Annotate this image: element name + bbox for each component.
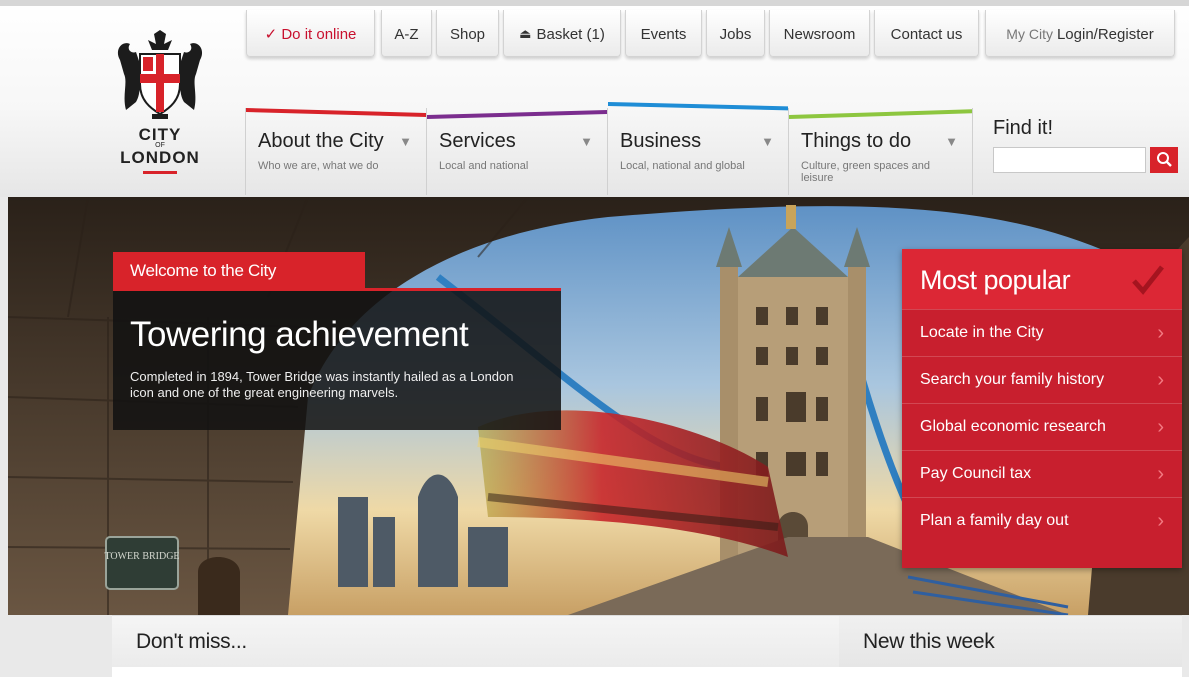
nav-business[interactable]: Business ▼ Local, national and global bbox=[607, 102, 788, 195]
logo-underline bbox=[143, 171, 177, 174]
popular-link-label: Pay Council tax bbox=[920, 465, 1032, 482]
feature-headline: Towering achievement bbox=[130, 315, 469, 354]
chevron-right-icon: › bbox=[1157, 322, 1164, 344]
basket-label: Basket (1) bbox=[536, 25, 605, 43]
nav-accent-bar bbox=[427, 109, 607, 119]
chevron-right-icon: › bbox=[1157, 510, 1164, 532]
popular-link[interactable]: Pay Council tax › bbox=[902, 450, 1182, 497]
chevron-right-icon: › bbox=[1157, 416, 1164, 438]
find-it-label: Find it! bbox=[993, 117, 1054, 139]
newsroom-tab[interactable]: Newsroom bbox=[769, 10, 870, 57]
nav-title: About the City bbox=[258, 130, 384, 152]
nav-things-to-do[interactable]: Things to do ▼ Culture, green spaces and… bbox=[788, 108, 972, 195]
shop-tab[interactable]: Shop bbox=[436, 10, 499, 57]
feature-body: Completed in 1894, Tower Bridge was inst… bbox=[130, 369, 514, 400]
chevron-right-icon: › bbox=[1157, 463, 1164, 485]
nav-subtitle: Culture, green spaces and leisure bbox=[801, 160, 931, 184]
do-it-online-tab[interactable]: ✓ Do it online bbox=[246, 10, 375, 57]
dropdown-arrow-icon[interactable]: ▼ bbox=[399, 134, 412, 149]
logo-city-text: CITY bbox=[138, 125, 182, 144]
popular-link-label: Global economic research bbox=[920, 418, 1106, 435]
contact-us-label: Contact us bbox=[890, 25, 963, 43]
tower-bridge-sign-text: TOWER BRIDGE bbox=[104, 551, 179, 562]
popular-link[interactable]: Search your family history › bbox=[902, 356, 1182, 403]
site-header: CITY OF LONDON ✓ Do it online A-Z Shop ⏏… bbox=[0, 0, 1189, 197]
nav-title: Business bbox=[620, 130, 702, 152]
nav-accent-bar bbox=[246, 108, 426, 118]
contact-us-tab[interactable]: Contact us bbox=[874, 10, 979, 57]
nav-about-the-city[interactable]: About the City ▼ Who we are, what we do bbox=[245, 108, 426, 195]
crest-icon bbox=[117, 30, 203, 119]
new-this-week-heading: New this week bbox=[863, 630, 995, 653]
logo-london-text: LONDON bbox=[120, 148, 200, 167]
nav-title: Services bbox=[439, 130, 516, 152]
a-z-label: A-Z bbox=[394, 25, 419, 43]
chevron-right-icon: › bbox=[1157, 369, 1164, 391]
most-popular-header: Most popular bbox=[902, 249, 1182, 309]
feature-caption[interactable]: Towering achievement Completed in 1894, … bbox=[113, 288, 561, 430]
nav-subtitle: Local and national bbox=[439, 160, 529, 172]
most-popular-title: Most popular bbox=[920, 265, 1071, 295]
dropdown-arrow-icon[interactable]: ▼ bbox=[580, 134, 593, 149]
welcome-label[interactable]: Welcome to the City bbox=[113, 252, 365, 288]
basket-tab[interactable]: ⏏ Basket (1) bbox=[503, 10, 621, 57]
events-tab[interactable]: Events bbox=[625, 10, 702, 57]
nav-subtitle: Who we are, what we do bbox=[258, 160, 379, 172]
dont-miss-heading: Don't miss... bbox=[136, 630, 247, 653]
content-area-edge bbox=[112, 667, 1182, 677]
search-button[interactable] bbox=[1150, 147, 1178, 173]
checkmark-icon bbox=[1132, 265, 1164, 295]
my-city-label: My City bbox=[1006, 26, 1053, 42]
do-it-online-label: ✓ Do it online bbox=[264, 26, 357, 43]
dropdown-arrow-icon[interactable]: ▼ bbox=[945, 134, 958, 149]
nav-accent-bar bbox=[608, 102, 788, 111]
search-box: Find it! bbox=[972, 108, 1189, 195]
jobs-tab[interactable]: Jobs bbox=[706, 10, 765, 57]
login-register-tab[interactable]: My City Login/Register bbox=[985, 10, 1175, 57]
nav-subtitle: Local, national and global bbox=[620, 160, 745, 172]
jobs-label: Jobs bbox=[719, 25, 752, 43]
popular-link-label: Search your family history bbox=[920, 371, 1105, 388]
search-input[interactable] bbox=[993, 147, 1146, 173]
search-icon bbox=[1157, 152, 1172, 167]
dropdown-arrow-icon[interactable]: ▼ bbox=[761, 134, 774, 149]
nav-services[interactable]: Services ▼ Local and national bbox=[426, 108, 607, 195]
login-register-label: Login/Register bbox=[1056, 25, 1154, 43]
popular-link-label: Plan a family day out bbox=[920, 512, 1069, 529]
popular-link-label: Locate in the City bbox=[920, 324, 1044, 341]
basket-icon: ⏏ bbox=[519, 26, 532, 41]
newsroom-label: Newsroom bbox=[783, 25, 856, 43]
nav-accent-bar bbox=[789, 109, 972, 119]
city-of-london-logo[interactable]: CITY OF LONDON bbox=[100, 30, 220, 180]
shop-label: Shop bbox=[449, 25, 486, 43]
nav-title: Things to do bbox=[801, 130, 912, 152]
popular-link[interactable]: Locate in the City › bbox=[902, 309, 1182, 356]
events-label: Events bbox=[640, 25, 687, 43]
most-popular-panel: Most popular Locate in the City › Search… bbox=[902, 249, 1182, 568]
a-z-tab[interactable]: A-Z bbox=[381, 10, 432, 57]
popular-link[interactable]: Global economic research › bbox=[902, 403, 1182, 450]
popular-link[interactable]: Plan a family day out › bbox=[902, 497, 1182, 544]
